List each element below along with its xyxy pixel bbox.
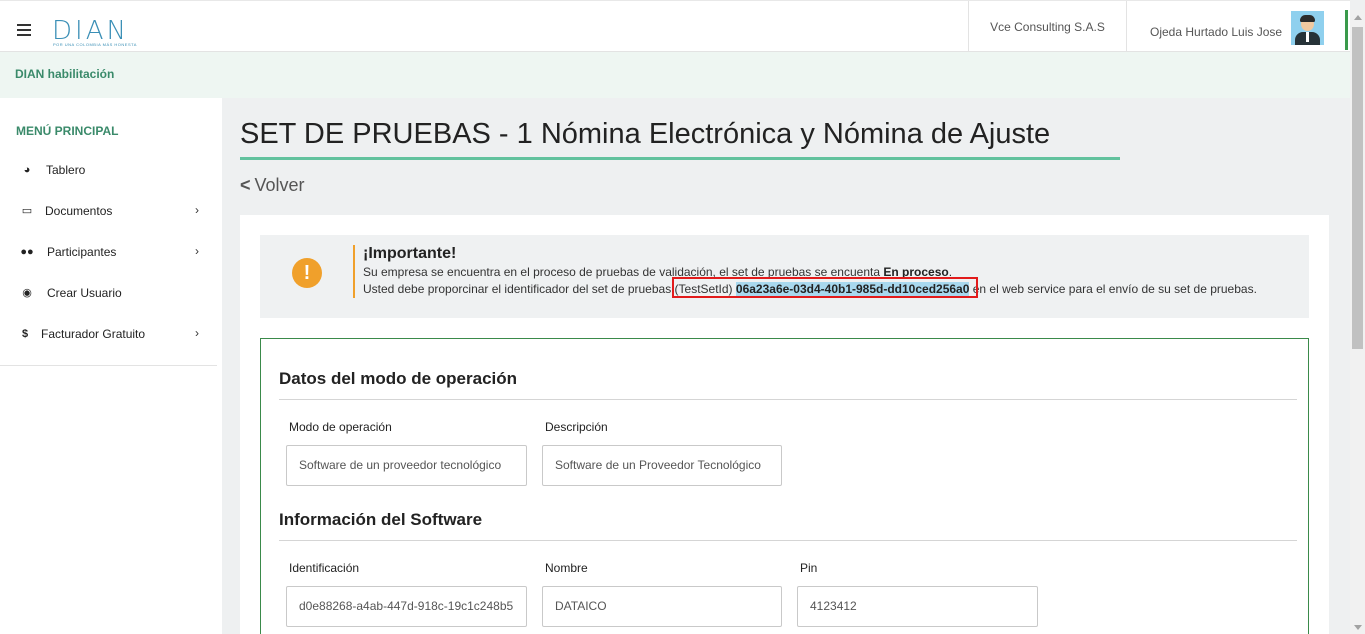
chevron-right-icon: › bbox=[195, 244, 199, 258]
sidebar-item-crear-usuario[interactable]: ◉ Crear Usuario bbox=[0, 278, 222, 308]
highlight-box bbox=[672, 277, 978, 298]
sidebar-item-documentos[interactable]: ▭ Documentos › bbox=[0, 196, 222, 226]
scroll-up-icon[interactable] bbox=[1354, 15, 1362, 20]
sidebar-item-label: Participantes bbox=[47, 245, 117, 259]
environment-title: DIAN habilitación bbox=[15, 67, 115, 81]
alert-accent-bar bbox=[353, 245, 355, 298]
user-name: Ojeda Hurtado Luis Jose bbox=[1150, 25, 1283, 39]
top-navbar: DIAN POR UNA COLOMBIA MÁS HONESTA Vce Co… bbox=[0, 0, 1350, 52]
back-label: Volver bbox=[254, 175, 305, 195]
sidebar-item-facturador-gratuito[interactable]: $ Facturador Gratuito › bbox=[0, 319, 222, 349]
inbox-icon: ▭ bbox=[21, 205, 33, 217]
sidebar-divider bbox=[0, 365, 217, 366]
scroll-down-icon[interactable] bbox=[1354, 625, 1362, 630]
important-alert: ! ¡Importante! Su empresa se encuentra e… bbox=[260, 235, 1309, 318]
section-divider bbox=[279, 540, 1297, 541]
menu-toggle-icon[interactable] bbox=[17, 24, 31, 36]
field-label-descripcion: Descripción bbox=[545, 420, 608, 434]
exclamation-icon: ! bbox=[292, 258, 322, 288]
accent-edge bbox=[1345, 10, 1348, 50]
chevron-right-icon: › bbox=[195, 326, 199, 340]
sidebar-item-label: Documentos bbox=[45, 204, 113, 218]
sidebar-item-participantes[interactable]: ●● Participantes › bbox=[0, 237, 222, 267]
field-label-modo-operacion: Modo de operación bbox=[289, 420, 392, 434]
field-label-pin: Pin bbox=[800, 561, 818, 575]
section-divider bbox=[279, 399, 1297, 400]
company-selector[interactable]: Vce Consulting S.A.S bbox=[968, 1, 1127, 52]
environment-bar: DIAN habilitación bbox=[0, 52, 1350, 98]
title-underline bbox=[240, 157, 1120, 160]
dollar-icon: $ bbox=[21, 328, 29, 340]
chevron-left-icon: < bbox=[240, 175, 251, 195]
operation-mode-title: Datos del modo de operación bbox=[279, 369, 518, 388]
alert-title: ¡Importante! bbox=[363, 245, 457, 262]
user-circle-icon: ◉ bbox=[22, 287, 32, 299]
page-scrollbar[interactable] bbox=[1350, 10, 1365, 634]
field-label-nombre: Nombre bbox=[545, 561, 588, 575]
sidebar-item-tablero[interactable]: ◕ Tablero bbox=[0, 155, 222, 185]
descripcion-field[interactable]: Software de un Proveedor Tecnológico bbox=[542, 445, 782, 486]
operation-mode-section: Datos del modo de operación Modo de oper… bbox=[260, 338, 1309, 634]
software-info-title: Información del Software bbox=[279, 510, 483, 529]
avatar[interactable] bbox=[1291, 11, 1324, 45]
field-label-identificacion: Identificación bbox=[289, 561, 360, 575]
chevron-right-icon: › bbox=[195, 203, 199, 217]
content-card: ! ¡Importante! Su empresa se encuentra e… bbox=[240, 215, 1329, 634]
scroll-thumb[interactable] bbox=[1352, 27, 1363, 349]
sidebar-title: MENÚ PRINCIPAL bbox=[16, 124, 119, 138]
dashboard-icon: ◕ bbox=[23, 164, 31, 176]
back-link[interactable]: < Volver bbox=[240, 175, 305, 196]
dian-logo[interactable]: DIAN POR UNA COLOMBIA MÁS HONESTA bbox=[52, 18, 152, 48]
sidebar-item-label: Tablero bbox=[46, 163, 86, 177]
company-name: Vce Consulting S.A.S bbox=[990, 19, 1105, 34]
user-menu[interactable]: Ojeda Hurtado Luis Jose bbox=[1128, 1, 1346, 52]
users-icon: ●● bbox=[20, 246, 34, 258]
modo-operacion-field[interactable]: Software de un proveedor tecnológico bbox=[286, 445, 527, 486]
sidebar-item-label: Facturador Gratuito bbox=[41, 327, 146, 341]
logo-tagline: POR UNA COLOMBIA MÁS HONESTA bbox=[53, 42, 137, 47]
identificacion-field[interactable]: d0e88268-a4ab-447d-918c-19c1c248b5 bbox=[286, 586, 527, 627]
page-title: SET DE PRUEBAS - 1 Nómina Electrónica y … bbox=[240, 118, 1051, 150]
sidebar: MENÚ PRINCIPAL ◕ Tablero ▭ Documentos › … bbox=[0, 98, 222, 634]
logo-text: DIAN bbox=[52, 16, 129, 46]
nombre-field[interactable]: DATAICO bbox=[542, 586, 782, 627]
pin-field[interactable]: 4123412 bbox=[797, 586, 1038, 627]
sidebar-item-label: Crear Usuario bbox=[47, 286, 122, 300]
